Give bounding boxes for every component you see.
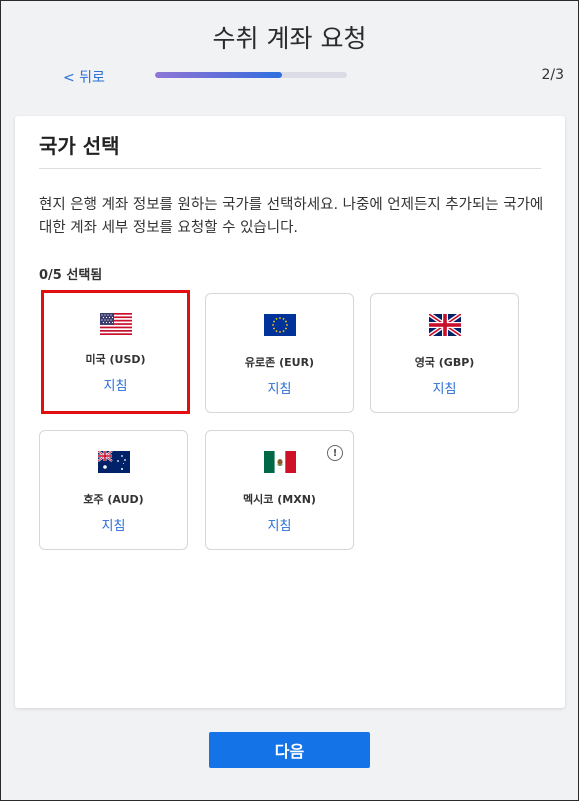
uk-flag-icon [428,314,461,336]
us-flag-icon [99,313,132,335]
description-text: 현지 은행 계좌 정보를 원하는 국가를 선택하세요. 나중에 언제든지 추가되… [39,197,544,236]
country-name: 멕시코 (MXN) [243,493,316,506]
guide-link[interactable]: 지침 [206,378,353,397]
progress-bar [155,72,347,78]
country-card-aud[interactable]: 호주 (AUD) 지침 [39,430,188,550]
divider [39,168,541,169]
country-name: 호주 (AUD) [83,493,144,506]
country-card-usd[interactable]: 미국 (USD) 지침 [41,290,190,414]
progress-bar-fill [155,72,282,78]
next-button[interactable]: 다음 [209,732,370,768]
country-card-mxn[interactable]: ! 멕시코 (MXN) 지침 [205,430,354,550]
warning-icon[interactable]: ! [327,445,343,461]
country-name: 미국 (USD) [85,353,146,366]
country-name: 영국 (GBP) [414,356,475,369]
selected-count: 0/5 선택됨 [39,268,103,283]
page-title: 수취 계좌 요청 [212,24,367,53]
eu-flag-icon [263,314,296,336]
country-name: 유로존 (EUR) [244,356,315,369]
country-selection-card: 국가 선택 현지 은행 계좌 정보를 원하는 국가를 선택하세요. 나중에 언제… [15,116,565,708]
guide-link[interactable]: 지침 [371,378,518,397]
country-card-eur[interactable]: 유로존 (EUR) 지침 [205,293,354,413]
au-flag-icon [97,451,130,473]
mx-flag-icon [263,451,296,473]
section-title: 국가 선택 [39,134,120,158]
guide-link[interactable]: 지침 [40,515,187,534]
guide-link[interactable]: 지침 [44,375,187,394]
back-link[interactable]: < 뒤로 [63,67,105,87]
step-indicator: 2/3 [541,67,564,83]
guide-link[interactable]: 지침 [206,515,353,534]
country-card-gbp[interactable]: 영국 (GBP) 지침 [370,293,519,413]
